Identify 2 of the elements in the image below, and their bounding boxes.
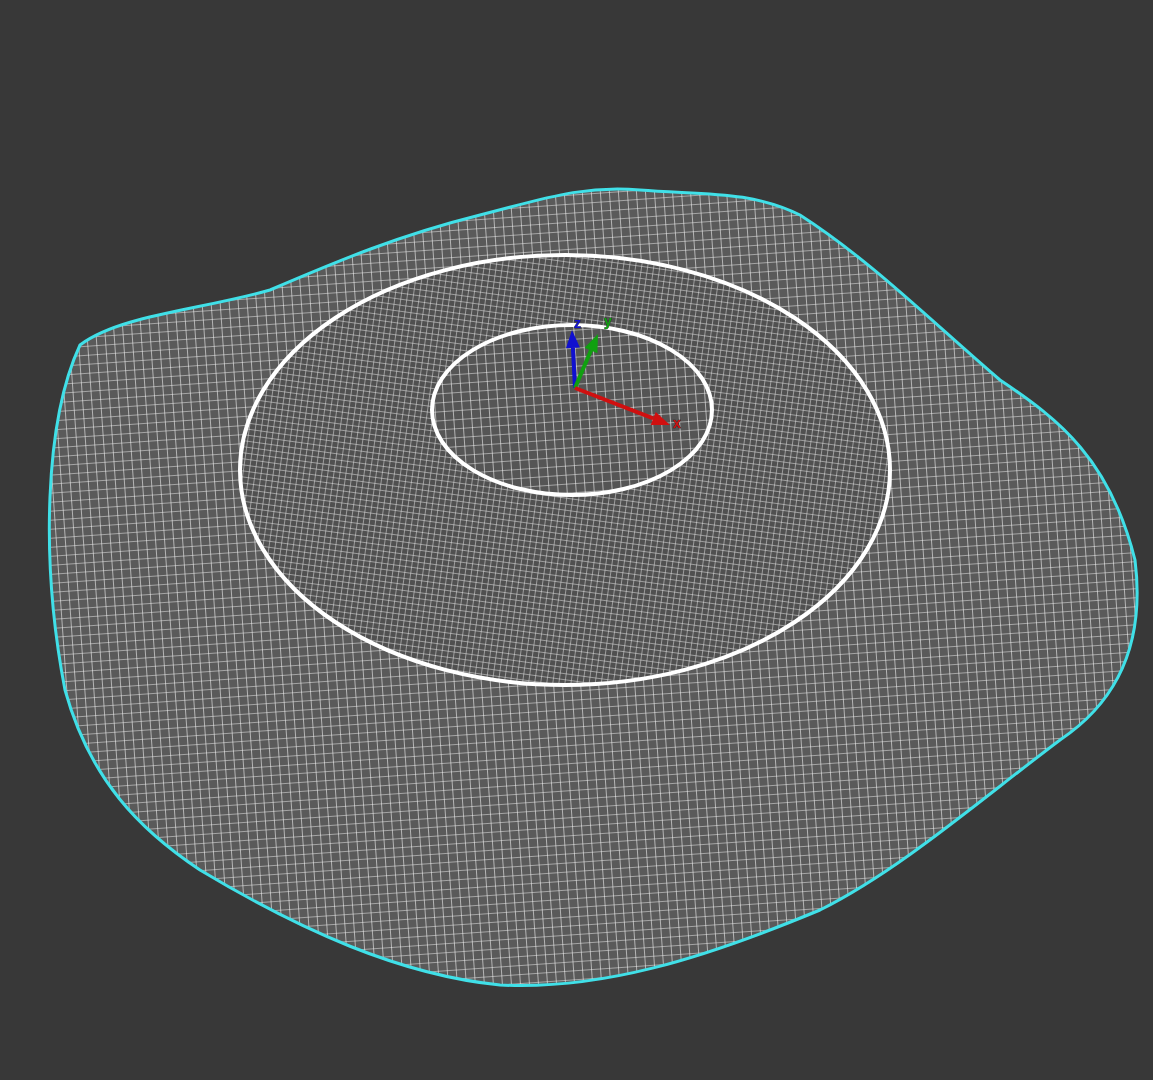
axis-label: y (604, 313, 612, 329)
axis-label: x (673, 415, 681, 431)
